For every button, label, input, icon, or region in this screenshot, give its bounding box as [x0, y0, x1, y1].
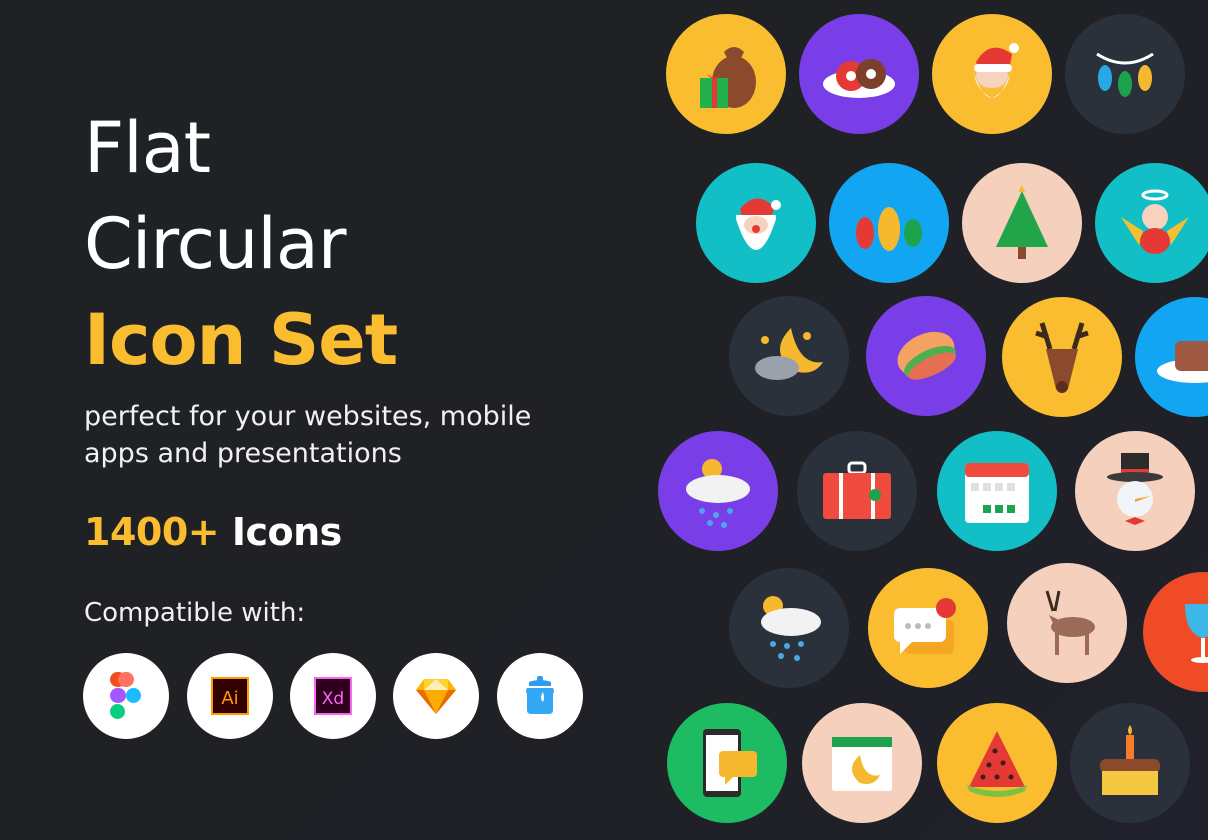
- christmas-ornaments-icon: [856, 207, 922, 251]
- sandwich-icon: [897, 331, 956, 380]
- icon-tile: [658, 431, 778, 551]
- app-badge-xd: Xd: [290, 653, 376, 739]
- icon-tile: [962, 163, 1082, 283]
- snowman-icon: [1107, 453, 1163, 525]
- app-badge-illustrator: Ai: [187, 653, 273, 739]
- icon-tile: [1007, 563, 1127, 683]
- icon-tile: [666, 14, 786, 134]
- icon-tile: [1070, 703, 1190, 823]
- subtitle-line-2: apps and presentations: [84, 438, 402, 469]
- birthday-cake-icon: [1100, 725, 1160, 795]
- illustrator-icon: Ai: [211, 677, 249, 715]
- icon-tile: [937, 431, 1057, 551]
- santa-face-icon: [974, 43, 1019, 98]
- icon-tile: [1135, 297, 1208, 417]
- icon-tile: [937, 703, 1057, 823]
- app-badge-iconjar: [497, 653, 583, 739]
- icon-tile: [799, 14, 919, 134]
- figma-icon: [110, 672, 141, 719]
- icon-tile: [868, 568, 988, 688]
- headline: Flat Circular Icon Set: [84, 100, 398, 388]
- bread-plate-icon: [1157, 341, 1208, 383]
- christmas-lights-icon: [1096, 52, 1154, 97]
- icon-tile: [1143, 572, 1208, 692]
- sun-rain-cloud-icon: [686, 459, 750, 528]
- icon-tile: [866, 296, 986, 416]
- reindeer-head-icon: [1035, 322, 1089, 393]
- headline-line-3: Icon Set: [84, 299, 398, 381]
- icon-count-number: 1400+: [84, 510, 220, 554]
- santa-sack-gift-icon: [700, 47, 756, 108]
- santa-claus-icon: [736, 198, 781, 250]
- xd-icon: Xd: [314, 677, 352, 715]
- icon-tile: [696, 163, 816, 283]
- app-badge-sketch: [393, 653, 479, 739]
- subtitle: perfect for your websites, mobile apps a…: [84, 398, 604, 472]
- icon-tile: [729, 296, 849, 416]
- wine-glass-icon: [1185, 604, 1208, 663]
- icon-tile: [802, 703, 922, 823]
- icon-count-label: Icons: [231, 510, 342, 554]
- chat-notification-icon: [894, 598, 956, 654]
- icon-tile: [1002, 297, 1122, 417]
- icon-tile: [829, 163, 949, 283]
- suitcase-icon: [823, 461, 891, 519]
- icon-tile: [1095, 163, 1208, 283]
- rain-cloud-sun-icon: [761, 596, 821, 661]
- sketch-icon: [416, 679, 456, 714]
- subtitle-line-1: perfect for your websites, mobile: [84, 401, 532, 432]
- phone-message-icon: [703, 729, 757, 797]
- compatible-label: Compatible with:: [84, 598, 306, 628]
- headline-line-2: Circular: [84, 203, 347, 285]
- moon-cloud-night-icon: [755, 328, 823, 380]
- icon-tile: [729, 568, 849, 688]
- app-badge-figma: [83, 653, 169, 739]
- icon-tile: [797, 431, 917, 551]
- deer-icon: [1045, 590, 1095, 655]
- christmas-tree-icon: [996, 185, 1048, 259]
- headline-line-1: Flat: [84, 107, 211, 189]
- angel-icon: [1121, 189, 1189, 254]
- ramadan-calendar-icon: [832, 737, 892, 791]
- icon-tile: [932, 14, 1052, 134]
- icon-count: 1400+ Icons: [84, 510, 342, 554]
- calendar-icon: [965, 463, 1029, 523]
- icon-tile: [1065, 14, 1185, 134]
- icon-tile: [667, 703, 787, 823]
- icon-tile: [1075, 431, 1195, 551]
- watermelon-icon: [967, 731, 1027, 797]
- svg-text:Xd: Xd: [322, 689, 344, 709]
- svg-text:Ai: Ai: [221, 688, 238, 709]
- donuts-plate-icon: [823, 59, 895, 98]
- iconjar-icon: [526, 676, 554, 714]
